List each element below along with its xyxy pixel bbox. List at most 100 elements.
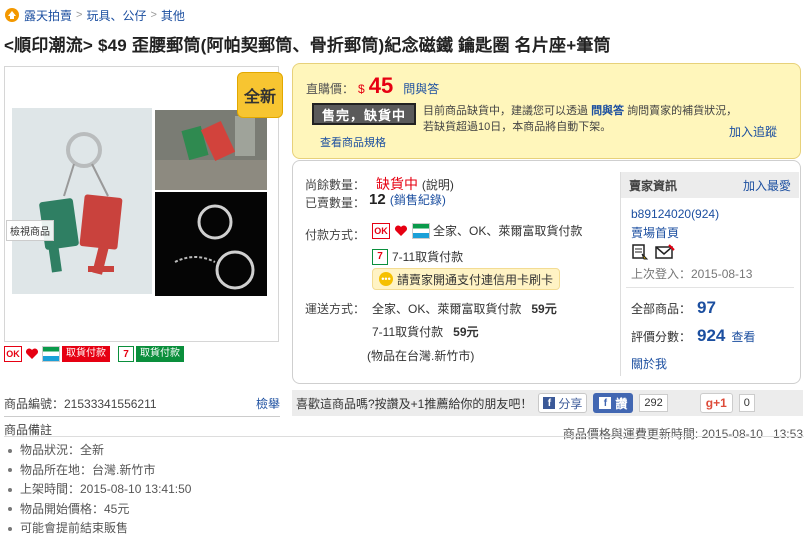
- cod-badge-2: 取貨付款: [136, 346, 184, 362]
- soldout-button: 售完，缺貨中: [312, 103, 416, 125]
- like-label: 讚: [615, 396, 628, 411]
- seven-eleven-icon: 7: [372, 248, 388, 265]
- facebook-icon: f: [599, 397, 612, 409]
- share-label: 分享: [558, 396, 583, 411]
- seller-header: 賣家資訊 加入最愛: [621, 172, 799, 198]
- item-number: 商品編號：21533341556211: [4, 397, 157, 411]
- view-spec-link[interactable]: 查看商品規格: [320, 134, 386, 150]
- payment-711: 7 7-11取貨付款: [372, 248, 463, 265]
- share-bar: 喜歡這商品嗎?按讚及+1推薦給你的朋友吧！ f 分享 f 讚 292 g+1 0: [292, 390, 803, 416]
- list-item: 物品開始價格：45元: [8, 500, 191, 520]
- breadcrumb-category[interactable]: 玩具、公仔: [86, 7, 146, 24]
- view-rating-link[interactable]: 查看: [731, 328, 755, 345]
- seven-eleven-icon: 7: [118, 346, 134, 362]
- keychain-photo-icon: [12, 108, 152, 294]
- breadcrumb-subcategory[interactable]: 其他: [161, 7, 185, 24]
- all-items-count[interactable]: 97: [697, 298, 716, 318]
- message-icon[interactable]: [655, 244, 675, 260]
- payment-711-text: 7-11取貨付款: [392, 250, 464, 264]
- price-line: 直購價： $ 45 問與答: [306, 73, 439, 98]
- add-favorite-link[interactable]: 加入最愛: [743, 177, 791, 194]
- item-number-row: 商品編號：21533341556211 檢舉: [4, 395, 280, 412]
- street-photo-icon: [155, 110, 267, 190]
- sold-qty-label: 已賣數量：: [305, 196, 366, 210]
- cod-badge-1: 取貨付款: [62, 346, 110, 362]
- about-seller-link[interactable]: 關於我: [631, 355, 667, 372]
- note-text: 上架時間：2015-08-10 13:41:50: [20, 482, 192, 496]
- note-text: 物品所在地：台灣.新竹市: [20, 462, 156, 477]
- note-text: 物品狀況：全新: [20, 443, 105, 457]
- payment-label: 付款方式：: [305, 228, 366, 242]
- bullet-icon: [8, 468, 12, 473]
- ok-mart-icon: OK: [372, 222, 390, 239]
- stock-status: 缺貨中: [376, 176, 418, 192]
- bullet-icon: [8, 448, 12, 453]
- page-title: <順印潮流> $49 歪腰郵筒(阿帕契郵筒、骨折郵筒)紀念磁鐵 鑰匙圈 名片座+…: [4, 36, 611, 55]
- remaining-qty-label: 尚餘數量：: [305, 178, 366, 192]
- facebook-icon: f: [543, 397, 556, 409]
- rating: 評價分數： 924 查看: [631, 326, 755, 346]
- bullet-icon: [8, 526, 12, 531]
- divider: [4, 416, 280, 417]
- share-prompt: 喜歡這商品嗎?按讚及+1推薦給你的朋友吧！: [296, 396, 533, 411]
- shipping-option-2-text: 7-11取貨付款: [372, 325, 444, 339]
- product-image-main[interactable]: [12, 108, 152, 294]
- shipping-option-1-text: 全家、OK、萊爾富取貨付款: [372, 302, 522, 316]
- product-image-thumb-street[interactable]: [155, 110, 267, 190]
- list-item: 物品狀況：全新: [8, 441, 191, 461]
- rating-label: 評價分數：: [631, 330, 692, 344]
- payment-icons-row: OK 取貨付款 7 取貨付款: [4, 346, 184, 364]
- seller-icons: [631, 244, 675, 260]
- breadcrumb-home[interactable]: 露天拍賣: [24, 7, 72, 24]
- card-payment-note: ••• 請賣家開通支付連信用卡刷卡: [372, 268, 561, 290]
- soldout-note-text-1: 目前商品缺貨中，建議您可以透過: [423, 105, 588, 117]
- divider: [626, 287, 794, 288]
- ok-mart-icon: OK: [4, 346, 22, 362]
- shipping-fee-2: 59元: [453, 325, 479, 339]
- view-product-label[interactable]: 檢視商品: [6, 220, 54, 241]
- sales-record-link[interactable]: (銷售紀錄): [390, 193, 446, 207]
- store-home-link[interactable]: 賣場首頁: [631, 224, 679, 241]
- note-text: 可能會提前結束販售: [20, 521, 129, 535]
- hilife-icon: [24, 346, 40, 362]
- google-plus-button[interactable]: g+1: [699, 393, 733, 413]
- bullet-icon: [8, 507, 12, 512]
- all-items: 全部商品： 97: [631, 298, 716, 318]
- last-login: 上次登入：2015-08-13: [631, 267, 753, 281]
- product-image-thumb-rings[interactable]: [155, 192, 267, 296]
- sold-count: 12: [369, 191, 386, 208]
- soldout-qa-link[interactable]: 問與答: [591, 105, 624, 117]
- hilife-icon: [393, 223, 409, 239]
- payment-methods: OK 全家、OK、萊爾富取貨付款: [372, 222, 582, 239]
- price-label: 直購價：: [306, 82, 355, 96]
- list-item: 可能會提前結束販售: [8, 519, 191, 539]
- condition-badge: 全新: [237, 72, 283, 118]
- gplus-count: 0: [738, 394, 755, 412]
- stock-explain-link[interactable]: (說明): [422, 178, 454, 192]
- keyring-photo-icon: [155, 192, 267, 296]
- item-location: (物品在台灣.新竹市): [367, 349, 475, 363]
- qa-link[interactable]: 問與答: [403, 80, 439, 97]
- card-note-text: 請賣家開通支付連信用卡刷卡: [397, 272, 554, 287]
- familymart-icon: [412, 222, 430, 239]
- seller-header-title: 賣家資訊: [629, 178, 678, 193]
- like-count: 292: [639, 394, 668, 412]
- list-item: 物品所在地：台灣.新竹市: [8, 461, 191, 481]
- report-link[interactable]: 檢舉: [256, 395, 280, 412]
- rating-value: 924: [697, 326, 726, 345]
- facebook-share-button[interactable]: f 分享: [538, 393, 588, 413]
- shipping-option-2: 7-11取貨付款 59元: [372, 323, 479, 340]
- payment-methods-text: 全家、OK、萊爾富取貨付款: [433, 224, 583, 238]
- breadcrumb: 露天拍賣 > 玩具、公仔 > 其他: [4, 6, 185, 24]
- facebook-like-button[interactable]: f 讚: [593, 393, 634, 413]
- follow-link[interactable]: 加入追蹤: [729, 123, 777, 140]
- note-text: 物品開始價格：45元: [20, 501, 130, 516]
- certificate-icon[interactable]: [631, 244, 649, 260]
- familymart-icon: [42, 346, 60, 362]
- chevron-right-icon: >: [150, 9, 157, 21]
- price-amount: 45: [368, 73, 394, 98]
- seller-id-link[interactable]: b89124020(924): [631, 207, 719, 221]
- divider: [4, 436, 804, 437]
- ellipsis-icon: •••: [379, 272, 393, 286]
- sold-qty-value: 12 (銷售紀錄): [369, 191, 446, 208]
